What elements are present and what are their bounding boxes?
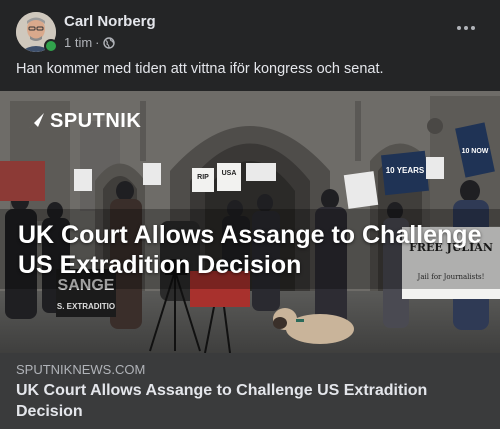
post-time[interactable]: 1 tim [64, 35, 92, 50]
post-card: Carl Norberg 1 tim · Han kommer med tide… [0, 0, 500, 429]
svg-text:10 YEARS: 10 YEARS [386, 166, 425, 175]
sputnik-logo-icon [26, 112, 44, 131]
svg-text:USA: USA [222, 170, 237, 177]
globe-icon[interactable] [102, 36, 115, 49]
svg-text:10 NOW: 10 NOW [462, 148, 489, 155]
sputnik-logo-text: SPUTNIK [50, 110, 142, 132]
link-title[interactable]: UK Court Allows Assange to Challenge US … [16, 380, 476, 422]
online-status-icon [44, 39, 58, 53]
link-domain: SPUTNIKNEWS.COM [16, 362, 146, 377]
link-preview-image[interactable]: RIP USA 10 YEARS 10 NOW FREE JULIAN [0, 91, 500, 353]
link-preview-footer[interactable]: SPUTNIKNEWS.COM UK Court Allows Assange … [0, 353, 500, 429]
author-avatar[interactable] [16, 12, 58, 53]
sign-usa: USA [217, 163, 241, 191]
author-name[interactable]: Carl Norberg [64, 13, 156, 30]
sign-ten-years: 10 YEARS [381, 150, 429, 196]
more-options-icon[interactable] [452, 18, 480, 38]
image-headline: UK Court Allows Assange to Challenge US … [18, 221, 482, 279]
post-text: Han kommer med tiden att vittna iför kon… [16, 61, 384, 77]
svg-text:RIP: RIP [197, 174, 209, 181]
meta-separator: · [95, 35, 100, 50]
svg-text:S. EXTRADITIO: S. EXTRADITIO [57, 302, 115, 311]
sputnik-logo: SPUTNIK [24, 110, 141, 133]
sign-rip: RIP [192, 168, 214, 192]
post-meta: 1 tim · [64, 35, 115, 50]
